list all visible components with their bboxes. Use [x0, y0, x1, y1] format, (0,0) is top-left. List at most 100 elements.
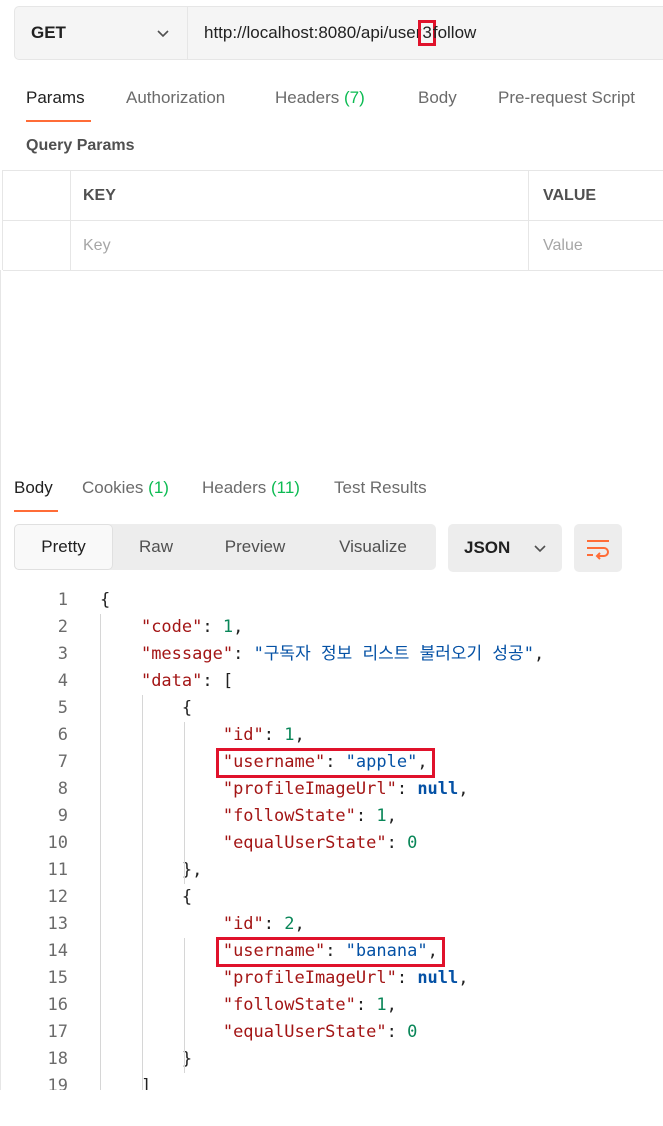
json-null: null: [417, 779, 459, 799]
key-input[interactable]: Key: [71, 221, 529, 270]
json-punctuation: [100, 995, 223, 1015]
code-text: "profileImageUrl": null,: [100, 965, 469, 992]
json-punctuation: {: [100, 887, 193, 907]
query-params-title: Query Params: [26, 137, 135, 154]
code-text: "id": 1,: [100, 722, 305, 749]
active-tab-indicator: [14, 510, 58, 512]
view-pretty-button[interactable]: Pretty: [14, 524, 113, 570]
json-punctuation: ,: [386, 995, 397, 1015]
json-punctuation: },: [100, 860, 203, 880]
json-key: "id": [222, 914, 264, 934]
json-number: 1: [376, 806, 387, 826]
chevron-down-icon: [157, 30, 169, 38]
line-number: 11: [47, 860, 68, 880]
json-number: 0: [407, 833, 418, 853]
column-header-key: KEY: [71, 171, 529, 220]
code-text: "profileImageUrl": null,: [100, 776, 469, 803]
indent-guide: [184, 938, 185, 1073]
line-number: 14: [47, 941, 68, 961]
line-number: 6: [57, 725, 68, 745]
tab-label: Test Results: [334, 478, 427, 497]
json-number: 1: [284, 725, 295, 745]
view-raw-button[interactable]: Raw: [115, 524, 197, 570]
json-key: "profileImageUrl": [222, 779, 397, 799]
json-number: 0: [407, 1022, 418, 1042]
json-punctuation: ]: [100, 1076, 152, 1090]
json-key: "data": [140, 671, 203, 691]
json-key: "code": [140, 617, 203, 637]
json-key: "equalUserState": [222, 833, 387, 853]
tab-authorization[interactable]: Authorization: [126, 84, 225, 112]
json-punctuation: ,: [458, 779, 469, 799]
json-punctuation: [100, 725, 223, 745]
json-key: "followState": [222, 806, 356, 826]
json-punctuation: ,: [458, 968, 469, 988]
tab-count: (11): [271, 478, 300, 497]
line-number: 8: [57, 779, 68, 799]
tab-response-body[interactable]: Body: [14, 474, 53, 502]
tab-label: Headers: [275, 88, 340, 107]
method-select[interactable]: GET: [15, 7, 188, 59]
code-text: "message": "구독자 정보 리스트 불러오기 성공",: [100, 641, 544, 668]
tab-label: Pre-request Script: [498, 88, 635, 107]
url-input[interactable]: http://localhost:8080/api/user 3 follow: [188, 7, 663, 59]
line-number: 10: [47, 833, 68, 853]
tab-label: Params: [26, 88, 85, 107]
line-number: 3: [57, 644, 68, 664]
code-text: {: [100, 884, 192, 911]
line-number: 19: [47, 1076, 68, 1090]
value-input[interactable]: Value: [529, 221, 663, 270]
format-select[interactable]: JSON: [448, 524, 562, 572]
url-highlighted-segment: 3: [418, 20, 436, 46]
tab-params[interactable]: Params: [26, 84, 85, 112]
json-punctuation: ,: [533, 644, 545, 664]
request-tabs: Params Authorization Headers (7) Body Pr…: [0, 84, 663, 124]
json-punctuation: {: [100, 590, 111, 610]
json-number: 2: [284, 914, 295, 934]
tab-body[interactable]: Body: [418, 84, 457, 112]
json-punctuation: [100, 833, 223, 853]
tab-pre-request-script[interactable]: Pre-request Script: [498, 84, 635, 112]
highlight-box: [215, 937, 445, 967]
tab-test-results[interactable]: Test Results: [334, 474, 427, 502]
json-key: "id": [222, 725, 264, 745]
json-string: "구독자 정보 리스트 불러오기 성공": [253, 644, 534, 664]
highlight-box: [215, 748, 435, 778]
line-number: 1: [57, 590, 68, 610]
json-punctuation: [100, 644, 141, 664]
line-number: 2: [57, 617, 68, 637]
json-punctuation: :: [263, 725, 285, 745]
view-preview-button[interactable]: Preview: [201, 524, 309, 570]
active-tab-indicator: [26, 120, 91, 122]
json-punctuation: }: [100, 1049, 193, 1069]
json-punctuation: :: [386, 1022, 408, 1042]
json-punctuation: ,: [233, 617, 244, 637]
json-punctuation: [100, 806, 223, 826]
indent-guide: [184, 722, 185, 884]
json-punctuation: [100, 1022, 223, 1042]
json-key: "followState": [222, 995, 356, 1015]
wrap-lines-button[interactable]: [574, 524, 622, 572]
json-key: "message": [140, 644, 234, 664]
json-punctuation: :: [355, 995, 377, 1015]
line-number: 4: [57, 671, 68, 691]
line-number: 15: [47, 968, 68, 988]
tab-headers[interactable]: Headers (7): [275, 84, 365, 112]
code-line: 1{: [0, 587, 663, 614]
view-visualize-button[interactable]: Visualize: [316, 524, 430, 570]
response-code-viewer[interactable]: 1{2 "code": 1, 3 "message": "구독자 정보 리스트 불…: [0, 586, 663, 1090]
line-number: 9: [57, 806, 68, 826]
json-punctuation: [100, 914, 223, 934]
json-punctuation: ,: [386, 806, 397, 826]
json-punctuation: :: [355, 806, 377, 826]
url-prefix: http://localhost:8080/api/user: [204, 23, 422, 42]
code-text: "followState": 1,: [100, 992, 397, 1019]
tab-cookies[interactable]: Cookies (1): [82, 474, 169, 502]
code-text: },: [100, 857, 202, 884]
json-number: 1: [376, 995, 387, 1015]
code-text: "equalUserState": 0: [100, 830, 418, 857]
chevron-down-icon: [534, 545, 546, 553]
code-text: "equalUserState": 0: [100, 1019, 418, 1046]
tab-response-headers[interactable]: Headers (11): [202, 474, 300, 502]
code-text: }: [100, 1046, 192, 1073]
